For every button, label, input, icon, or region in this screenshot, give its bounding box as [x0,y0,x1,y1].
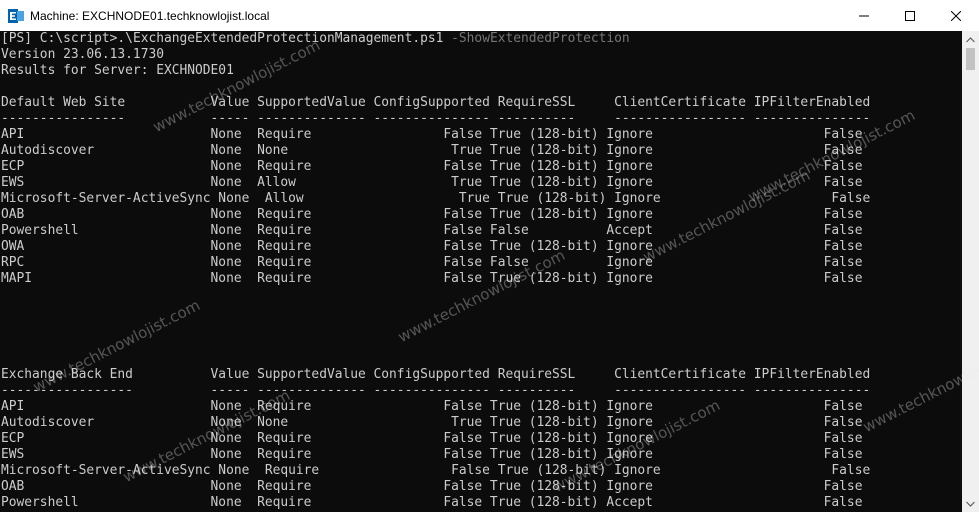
powershell-window: Machine: EXCHNODE01.techknowlojist.local… [0,0,979,512]
console-line: Autodiscover None None True True (128-bi… [1,143,863,158]
console-line: MAPI None Require False True (128-bit) I… [1,271,863,286]
console-line: API None Require False True (128-bit) Ig… [1,127,863,142]
vertical-scrollbar[interactable] [962,31,979,512]
console-line: Powershell None Require False False Acce… [1,223,863,238]
chevron-up-icon [966,36,975,42]
console-line: OAB None Require False True (128-bit) Ig… [1,479,863,494]
title-bar[interactable]: Machine: EXCHNODE01.techknowlojist.local [0,0,979,31]
exchange-shell-icon[interactable] [8,8,24,24]
console-line: ECP None Require False True (128-bit) Ig… [1,431,863,446]
console-line: Powershell None Require False True (128-… [1,495,863,510]
console-line: Microsoft-Server-ActiveSync None Require… [1,463,871,478]
console-line: OAB None Require False True (128-bit) Ig… [1,207,863,222]
console-line: ECP None Require False True (128-bit) Ig… [1,159,863,174]
console-line: EWS None Require False True (128-bit) Ig… [1,447,863,462]
console-line: RPC None Require False False Ignore Fals… [1,255,863,270]
minimize-icon [859,15,869,16]
prompt-text: [PS] C:\script> [1,31,118,46]
scroll-up-button[interactable] [962,31,979,48]
command-parameter: -ShowExtendedProtection [443,31,630,46]
command-text: .\ExchangeExtendedProtectionManagement.p… [117,31,444,46]
window-title: Machine: EXCHNODE01.techknowlojist.local [30,8,270,23]
console-line: Autodiscover None None True True (128-bi… [1,415,863,430]
scroll-thumb[interactable] [966,48,975,70]
console-line: OWA None Require False True (128-bit) Ig… [1,239,863,254]
maximize-button[interactable] [887,0,933,31]
console-line: Results for Server: EXCHNODE01 [1,63,234,78]
console-line: ----------------- ----- -------------- -… [1,383,871,398]
console-output[interactable]: [PS] C:\script>.\ExchangeExtendedProtect… [0,31,962,512]
console-line: Default Web Site Value SupportedValue Co… [1,95,871,110]
maximize-icon [905,10,915,21]
console-line: ---------------- ----- -------------- --… [1,111,871,126]
console-line: Microsoft-Server-ActiveSync None Allow T… [1,191,871,206]
close-icon [951,10,961,21]
close-button[interactable] [933,0,979,31]
console-line: EWS None Allow True True (128-bit) Ignor… [1,175,863,190]
chevron-down-icon [966,501,975,507]
command-line: [PS] C:\script>.\ExchangeExtendedProtect… [0,31,962,47]
console-line: API None Require False True (128-bit) Ig… [1,399,863,414]
console-line: Exchange Back End Value SupportedValue C… [1,367,871,382]
console-line: Version 23.06.13.1730 [1,47,164,62]
scroll-down-button[interactable] [962,495,979,512]
window-controls [841,0,979,31]
minimize-button[interactable] [841,0,887,31]
